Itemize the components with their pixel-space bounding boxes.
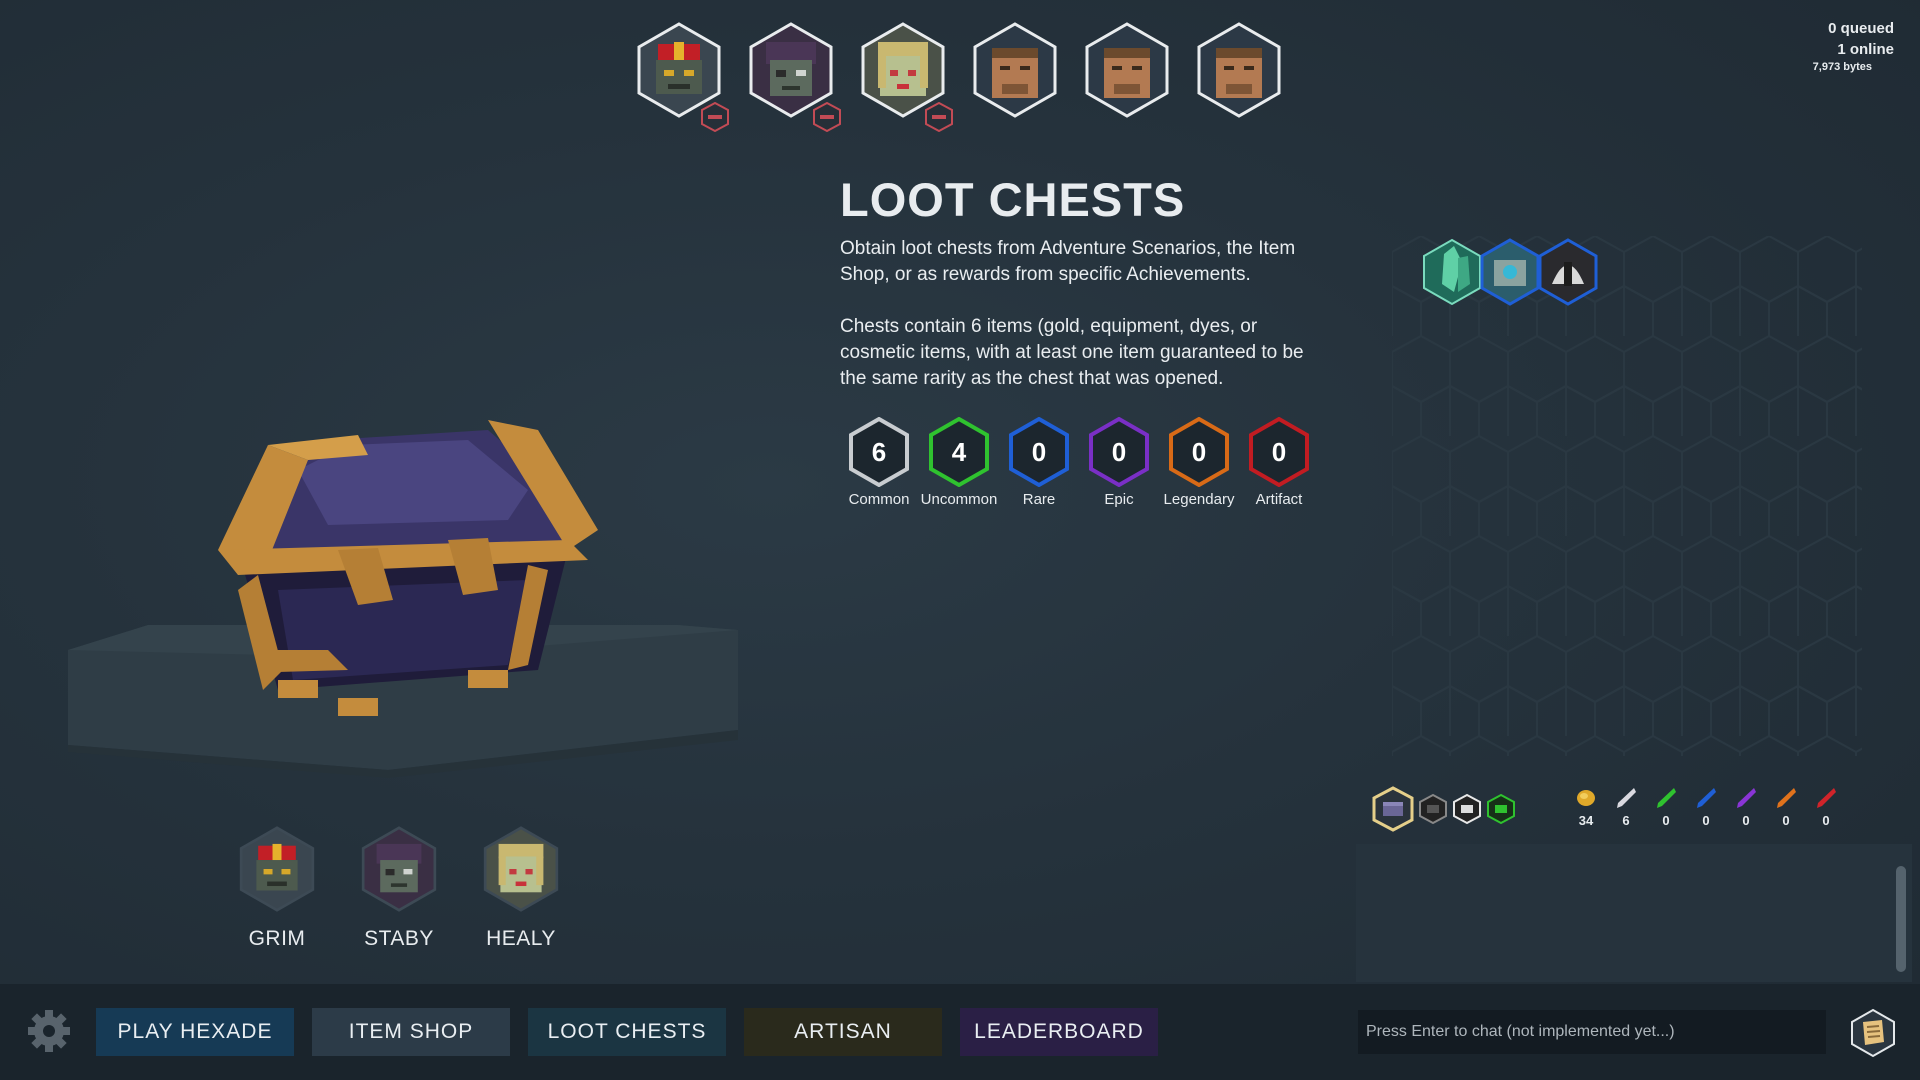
gear-icon[interactable]	[26, 1008, 72, 1054]
party-slot-empty[interactable]	[972, 22, 1058, 118]
rare-dye-icon	[1697, 788, 1716, 808]
remove-member-icon[interactable]	[700, 102, 730, 132]
robot-armor-item-icon[interactable]	[1480, 238, 1540, 306]
healy-portrait-icon	[483, 826, 559, 912]
empty-slot-avatar-icon	[1085, 22, 1169, 118]
server-status: 0 queued 1 online 7,973 bytes	[1813, 18, 1894, 74]
grim-portrait-icon	[239, 826, 315, 912]
hero-name: GRIM	[248, 927, 306, 950]
resource-uncommon-dye: 0	[1652, 786, 1680, 828]
epic-dye-icon	[1737, 788, 1756, 808]
resource-epic-dye: 0	[1732, 786, 1760, 828]
empty-slot-avatar-icon	[1197, 22, 1281, 118]
rarity-label: Uncommon	[920, 491, 998, 508]
party-slot-staby[interactable]	[748, 22, 841, 132]
hero-healy[interactable]: HEALY	[482, 826, 560, 951]
party-slot-empty[interactable]	[1196, 22, 1282, 118]
party-slot-healy[interactable]	[860, 22, 953, 132]
party-slot-grim[interactable]	[636, 22, 729, 132]
page-title: LOOT CHESTS	[840, 173, 1186, 226]
resource-gold: 34	[1572, 786, 1600, 828]
rarity-count: 4	[951, 437, 967, 467]
inventory-grid[interactable]	[1392, 236, 1872, 776]
online-count: 1 online	[1837, 41, 1894, 58]
hero-name: STABY	[364, 927, 434, 950]
party-portraits	[636, 22, 1282, 132]
uncommon-chest-icon[interactable]	[1486, 793, 1516, 825]
resource-legendary-dye: 0	[1772, 786, 1800, 828]
rarity-count: 0	[1271, 437, 1287, 467]
party-slot-empty[interactable]	[1084, 22, 1170, 118]
description-contents: Chests contain 6 items (gold, equipment,…	[840, 316, 1304, 389]
helmet-item-icon[interactable]	[1538, 238, 1598, 306]
scroll-icon[interactable]	[1848, 1008, 1898, 1058]
resource-value: 34	[1578, 813, 1594, 828]
common-chest-icon[interactable]	[1452, 793, 1482, 825]
rarity-label: Artifact	[1255, 491, 1303, 508]
queued-count: 0 queued	[1828, 20, 1894, 37]
loot-chests-button[interactable]: LOOT CHESTS	[528, 1008, 726, 1056]
rarity-rare[interactable]: 0 Rare	[1008, 416, 1070, 508]
legendary-dye-icon	[1777, 788, 1796, 808]
rarity-count: 0	[1191, 437, 1207, 467]
rarity-count: 6	[871, 437, 887, 467]
hero-staby[interactable]: STABY	[360, 826, 438, 951]
resource-counters: 34 6 0 0 0 0 0	[1572, 786, 1840, 828]
rarity-uncommon[interactable]: 4 Uncommon	[921, 416, 997, 508]
hero-grim[interactable]: GRIM	[238, 826, 316, 951]
description-obtain: Obtain loot chests from Adventure Scenar…	[840, 238, 1296, 285]
chat-input[interactable]	[1358, 1010, 1826, 1054]
rarity-epic[interactable]: 0 Epic	[1088, 416, 1150, 508]
rarity-legendary[interactable]: 0 Legendary	[1164, 416, 1234, 508]
rarity-artifact[interactable]: 0 Artifact	[1248, 416, 1310, 508]
rarity-label: Epic	[1104, 491, 1134, 508]
rarity-label: Common	[848, 491, 910, 508]
resource-common-dye: 6	[1612, 786, 1640, 828]
resource-value: 6	[1622, 813, 1630, 828]
remove-member-icon[interactable]	[812, 102, 842, 132]
selected-chest-icon[interactable]	[1372, 786, 1414, 832]
common-dye-icon	[1617, 788, 1636, 808]
remove-member-icon[interactable]	[924, 102, 954, 132]
hero-name: HEALY	[486, 927, 556, 950]
rarity-common[interactable]: 6 Common	[848, 416, 910, 508]
chat-log	[1356, 844, 1912, 982]
uncommon-dye-icon	[1657, 788, 1676, 808]
empty-slot-avatar-icon	[973, 22, 1057, 118]
hero-roster: GRIM STABY HEALY	[238, 826, 560, 951]
gold-coin-icon	[1577, 790, 1595, 806]
rarity-count: 0	[1031, 437, 1047, 467]
rarity-label: Rare	[1022, 491, 1056, 508]
artifact-dye-icon	[1817, 788, 1836, 808]
artisan-button[interactable]: ARTISAN	[744, 1008, 942, 1056]
chest-filter-bar	[1372, 786, 1516, 832]
resource-value: 0	[1742, 813, 1750, 828]
bytes-count: 7,973 bytes	[1812, 61, 1872, 73]
rarity-counts: 6 Common 4 Uncommon 0 Rare 0 Epic 0 Lege…	[848, 416, 1310, 508]
dark-chest-icon[interactable]	[1418, 793, 1448, 825]
resource-artifact-dye: 0	[1812, 786, 1840, 828]
resource-value: 0	[1822, 813, 1830, 828]
chest-display	[68, 400, 748, 805]
staby-portrait-icon	[361, 826, 437, 912]
rarity-label: Legendary	[1163, 491, 1235, 508]
loot-chest-icon[interactable]	[68, 400, 748, 800]
rarity-count: 0	[1111, 437, 1127, 467]
item-shop-button[interactable]: ITEM SHOP	[312, 1008, 510, 1056]
chat-scrollbar[interactable]	[1896, 866, 1906, 972]
resource-value: 0	[1782, 813, 1790, 828]
resource-rare-dye: 0	[1692, 786, 1720, 828]
resource-value: 0	[1702, 813, 1710, 828]
play-hexade-button[interactable]: PLAY HEXADE	[96, 1008, 294, 1056]
resource-value: 0	[1662, 813, 1670, 828]
leaderboard-button[interactable]: LEADERBOARD	[960, 1008, 1158, 1056]
